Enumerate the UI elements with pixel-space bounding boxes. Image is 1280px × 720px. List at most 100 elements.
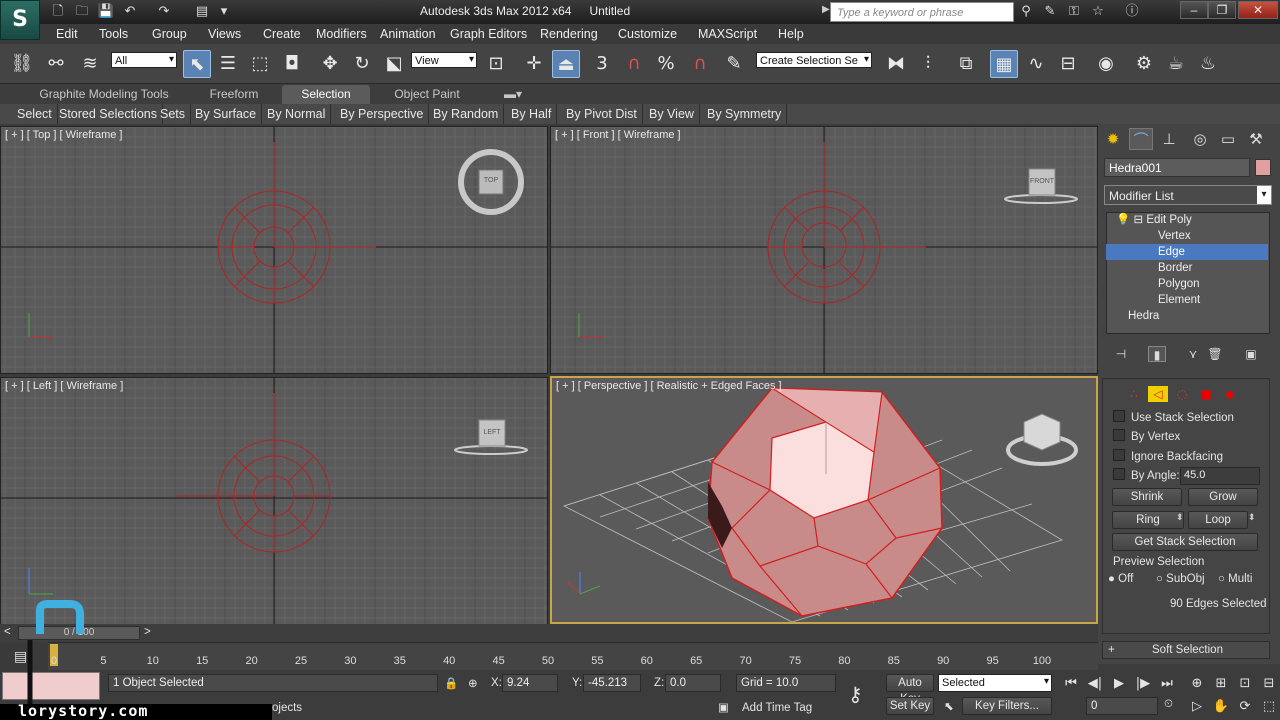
- stack-item-edit-poly[interactable]: 💡 ⊟ Edit Poly: [1106, 212, 1268, 228]
- pan-icon[interactable]: ✋: [1210, 697, 1232, 717]
- save-icon[interactable]: 💾: [96, 3, 116, 21]
- menu-customize[interactable]: Customize: [618, 27, 677, 41]
- absolute-transform-icon[interactable]: ⊕: [468, 676, 478, 690]
- add-time-tag[interactable]: Add Time Tag: [742, 702, 812, 714]
- angle-snap-icon[interactable]: ∩: [620, 50, 648, 78]
- viewport-left[interactable]: [ + ] [ Left ] [ Wireframe ] LEFT: [0, 377, 548, 625]
- y-coordinate-field[interactable]: -45.213: [583, 674, 641, 692]
- stack-item-polygon[interactable]: Polygon: [1106, 276, 1268, 292]
- restore-button[interactable]: ❐: [1208, 1, 1236, 19]
- spinner-snap-icon[interactable]: ∩: [686, 50, 714, 78]
- open-file-icon[interactable]: 🗀: [72, 3, 92, 21]
- selection-filter-dropdown[interactable]: All: [111, 52, 177, 68]
- pivot-center-icon[interactable]: ⊡: [482, 50, 510, 78]
- key-filters-icon[interactable]: ⬉: [944, 699, 954, 713]
- key-filters-button[interactable]: Key Filters...: [962, 697, 1052, 715]
- undo-icon[interactable]: ↶: [120, 3, 140, 21]
- layer-manager-icon[interactable]: ⧉: [952, 50, 980, 78]
- ring-spinner-icon[interactable]: ⬍: [1176, 512, 1184, 523]
- window-crossing-icon[interactable]: ◘: [278, 50, 306, 78]
- pin-stack-icon[interactable]: ⊣: [1112, 346, 1130, 362]
- ribbon-by-random-button[interactable]: By Random: [428, 104, 505, 124]
- schematic-view-icon[interactable]: ⊟: [1054, 50, 1082, 78]
- next-frame-icon[interactable]: |▶: [1132, 674, 1154, 694]
- collapse-icon[interactable]: ⊟: [1134, 214, 1144, 226]
- viewcube-front[interactable]: FRONT: [1027, 178, 1057, 185]
- z-coordinate-field[interactable]: 0.0: [665, 674, 721, 692]
- viewport-front-label[interactable]: [ + ] [ Front ] [ Wireframe ]: [555, 129, 681, 141]
- grow-button[interactable]: Grow: [1188, 488, 1258, 506]
- polygon-mode-icon[interactable]: ■: [1196, 386, 1216, 402]
- tab-freeform[interactable]: Freeform: [190, 85, 278, 104]
- orbit-icon[interactable]: ⟳: [1234, 697, 1256, 717]
- rectangular-selection-icon[interactable]: ⬚: [246, 50, 274, 78]
- play-icon[interactable]: ▶: [1108, 674, 1130, 694]
- viewport-perspective-label[interactable]: [ + ] [ Perspective ] [ Realistic + Edge…: [556, 380, 782, 392]
- stack-item-border[interactable]: Border: [1106, 260, 1268, 276]
- preview-multi-radio[interactable]: ○ Multi: [1218, 573, 1252, 585]
- close-button[interactable]: ✕: [1238, 1, 1278, 19]
- soft-selection-title[interactable]: Soft Selection: [1152, 644, 1223, 656]
- viewport-top[interactable]: [ + ] [ Top ] [ Wireframe ] TOP: [0, 126, 548, 374]
- modify-tab-icon[interactable]: ⌒: [1129, 128, 1153, 150]
- app-logo-button[interactable]: S: [0, 0, 40, 40]
- menu-help[interactable]: Help: [778, 27, 804, 41]
- rendered-frame-window-icon[interactable]: ☕: [1162, 50, 1190, 78]
- binoculars-icon[interactable]: ⚲: [1016, 3, 1036, 21]
- add-time-tag-icon[interactable]: ▣: [718, 700, 729, 714]
- favorites-star-icon[interactable]: ☆: [1088, 3, 1108, 21]
- subscription-icon[interactable]: ⚿: [1064, 3, 1084, 21]
- ribbon-by-view-button[interactable]: By View: [644, 104, 700, 124]
- vertex-mode-icon[interactable]: ∴: [1124, 386, 1144, 402]
- ribbon-select-button[interactable]: Select: [12, 104, 58, 124]
- ribbon-by-perspective-button[interactable]: By Perspective: [335, 104, 430, 124]
- remove-modifier-icon[interactable]: 🗑: [1206, 346, 1224, 362]
- lightbulb-icon[interactable]: 💡: [1116, 214, 1130, 226]
- edit-named-selection-icon[interactable]: ✎: [720, 50, 748, 78]
- render-setup-icon[interactable]: ⚙: [1130, 50, 1158, 78]
- get-stack-selection-button[interactable]: Get Stack Selection: [1112, 533, 1258, 551]
- object-name-field[interactable]: Hedra001: [1104, 158, 1250, 177]
- new-file-icon[interactable]: 🗋: [48, 3, 68, 21]
- communication-center-icon[interactable]: ✎: [1040, 3, 1060, 21]
- maximize-viewport-icon[interactable]: ⬚: [1258, 697, 1280, 717]
- display-tab-icon[interactable]: ▭: [1216, 128, 1240, 150]
- goto-start-icon[interactable]: ⏮: [1060, 674, 1082, 694]
- shrink-button[interactable]: Shrink: [1112, 488, 1182, 506]
- show-end-result-icon[interactable]: ▮: [1148, 346, 1166, 362]
- menu-maxscript[interactable]: MAXScript: [698, 27, 757, 41]
- loop-spinner-icon[interactable]: ⬍: [1248, 512, 1256, 523]
- material-editor-icon[interactable]: ◉: [1092, 50, 1120, 78]
- menu-modifiers[interactable]: Modifiers: [316, 27, 367, 41]
- time-configuration-icon[interactable]: ⏲: [1164, 698, 1173, 711]
- unlink-icon[interactable]: ⚯: [42, 50, 70, 78]
- menu-tools[interactable]: Tools: [99, 27, 128, 41]
- element-mode-icon[interactable]: ◆: [1220, 386, 1240, 402]
- set-key-button[interactable]: Set Key: [886, 697, 934, 715]
- render-production-icon[interactable]: ♨: [1194, 50, 1222, 78]
- menu-animation[interactable]: Animation: [380, 27, 436, 41]
- ribbon-sets-button[interactable]: Sets: [155, 104, 192, 124]
- stack-item-edge[interactable]: Edge: [1106, 244, 1268, 260]
- use-stack-selection-checkbox[interactable]: Use Stack Selection: [1113, 410, 1273, 426]
- ring-button[interactable]: Ring: [1112, 511, 1184, 529]
- ribbon-by-half-button[interactable]: By Half: [506, 104, 558, 124]
- stack-item-element[interactable]: Element: [1106, 292, 1268, 308]
- loop-button[interactable]: Loop: [1188, 511, 1248, 529]
- menu-graph-editors[interactable]: Graph Editors: [450, 27, 527, 41]
- zoom-all-icon[interactable]: ⊞: [1210, 674, 1232, 694]
- key-icon[interactable]: ⚷: [848, 682, 863, 707]
- viewcube-left[interactable]: LEFT: [479, 429, 505, 436]
- tab-object-paint[interactable]: Object Paint: [374, 85, 480, 104]
- ribbon-by-surface-button[interactable]: By Surface: [190, 104, 263, 124]
- viewport-front[interactable]: [ + ] [ Front ] [ Wireframe ] FRONT: [550, 126, 1098, 374]
- named-selection-sets-dropdown[interactable]: Create Selection Se: [756, 52, 872, 68]
- current-frame-field[interactable]: 0: [1086, 697, 1158, 715]
- preview-subobj-radio[interactable]: ○ SubObj: [1156, 573, 1205, 585]
- graphite-toggle-icon[interactable]: ▦: [990, 50, 1018, 78]
- select-manipulate-icon[interactable]: ✛: [520, 50, 548, 78]
- zoom-extents-icon[interactable]: ⊡: [1234, 674, 1256, 694]
- x-coordinate-field[interactable]: 9.24: [502, 674, 558, 692]
- align-icon[interactable]: ⫶: [914, 50, 942, 78]
- field-of-view-icon[interactable]: ▷: [1186, 697, 1208, 717]
